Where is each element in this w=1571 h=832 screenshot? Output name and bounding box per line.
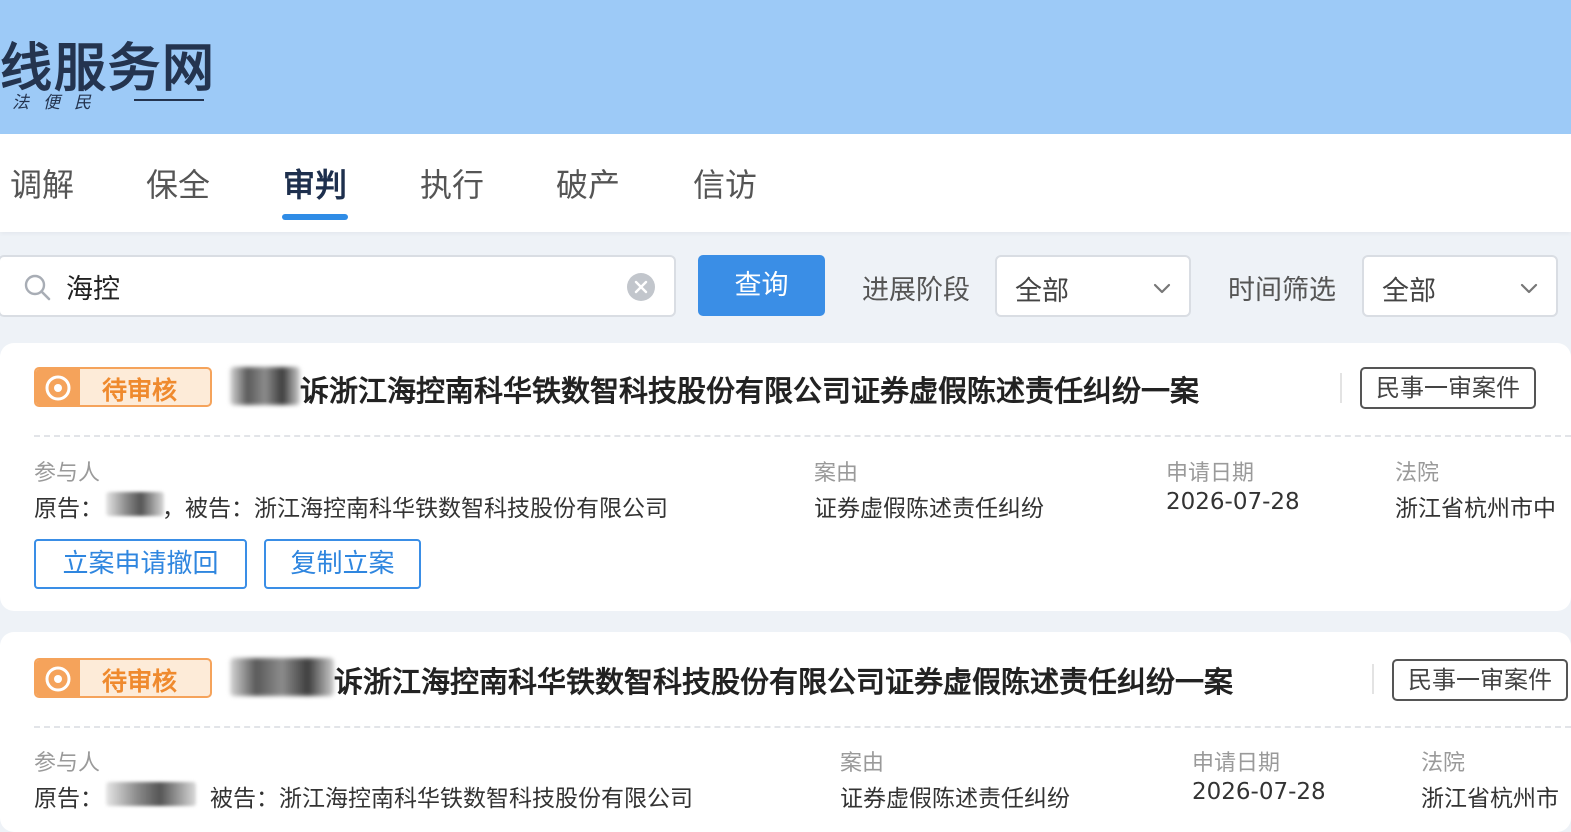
court-label: 法院 xyxy=(1421,751,1466,776)
title-divider xyxy=(1340,373,1342,403)
site-slogan: 法便民 xyxy=(12,93,105,113)
chevron-down-icon xyxy=(1153,283,1171,294)
status-label: 待审核 xyxy=(102,376,178,405)
case-type-tag: 民事一审案件 xyxy=(1360,367,1536,409)
title-divider xyxy=(1372,664,1374,694)
search-input[interactable] xyxy=(66,266,586,306)
stage-filter-value: 全部 xyxy=(1015,276,1069,307)
status-label: 待审核 xyxy=(102,667,178,696)
active-tab-indicator xyxy=(282,214,348,220)
redacted-name xyxy=(230,658,334,696)
tab-trial[interactable]: 审判 xyxy=(283,160,347,206)
date-label: 申请日期 xyxy=(1166,461,1255,486)
redacted-plaintiff xyxy=(106,782,196,806)
service-tabs: 调解 保全 审判 执行 破产 信访 xyxy=(0,134,1571,232)
status-badge: 待审核 xyxy=(34,658,212,698)
redacted-name xyxy=(230,367,300,405)
copy-filing-button[interactable]: 复制立案 xyxy=(264,539,421,589)
plaintiff-label: 原告： xyxy=(34,496,103,522)
dashed-divider xyxy=(34,435,1571,437)
redacted-plaintiff xyxy=(106,492,164,516)
clock-icon xyxy=(45,375,71,401)
stage-filter-label: 进展阶段 xyxy=(862,275,970,306)
status-badge: 待审核 xyxy=(34,367,212,407)
court-value: 浙江省杭州市中 xyxy=(1395,496,1556,522)
court-value: 浙江省杭州市 xyxy=(1421,786,1559,812)
dashed-divider xyxy=(34,726,1571,728)
defendant-text: ，被告：浙江海控南科华铁数智科技股份有限公司 xyxy=(162,496,668,522)
case-title[interactable]: 诉浙江海控南科华铁数智科技股份有限公司证券虚假陈述责任纠纷一案 xyxy=(300,368,1199,410)
search-box[interactable] xyxy=(0,255,676,317)
clear-icon[interactable] xyxy=(627,273,655,301)
cause-value: 证券虚假陈述责任纠纷 xyxy=(814,496,1044,522)
plaintiff-label: 原告： xyxy=(34,786,103,812)
tab-mediation[interactable]: 调解 xyxy=(10,160,74,206)
time-filter-select[interactable]: 全部 xyxy=(1362,255,1558,317)
withdraw-filing-button[interactable]: 立案申请撤回 xyxy=(34,539,247,589)
slogan-divider xyxy=(134,99,204,101)
tab-petition[interactable]: 信访 xyxy=(693,160,757,206)
participants-label: 参与人 xyxy=(34,751,101,776)
case-card[interactable]: 待审核 诉浙江海控南科华铁数智科技股份有限公司证券虚假陈述责任纠纷一案 民事一审… xyxy=(0,343,1571,611)
date-label: 申请日期 xyxy=(1192,751,1281,776)
stage-filter-select[interactable]: 全部 xyxy=(995,255,1191,317)
tab-bankruptcy[interactable]: 破产 xyxy=(556,160,620,206)
cause-label: 案由 xyxy=(840,751,885,776)
case-card[interactable]: 待审核 诉浙江海控南科华铁数智科技股份有限公司证券虚假陈述责任纠纷一案 民事一审… xyxy=(0,632,1571,832)
court-label: 法院 xyxy=(1395,461,1440,486)
participants-label: 参与人 xyxy=(34,461,101,486)
cause-label: 案由 xyxy=(814,461,859,486)
clock-icon xyxy=(45,666,71,692)
time-filter-value: 全部 xyxy=(1382,276,1436,307)
date-value: 2026-07-28 xyxy=(1166,489,1300,515)
query-button[interactable]: 查询 xyxy=(698,255,825,316)
defendant-text: 被告：浙江海控南科华铁数智科技股份有限公司 xyxy=(210,786,693,812)
tab-execution[interactable]: 执行 xyxy=(420,160,484,206)
case-title[interactable]: 诉浙江海控南科华铁数智科技股份有限公司证券虚假陈述责任纠纷一案 xyxy=(334,659,1233,701)
case-type-tag: 民事一审案件 xyxy=(1392,659,1568,701)
chevron-down-icon xyxy=(1520,283,1538,294)
cause-value: 证券虚假陈述责任纠纷 xyxy=(840,786,1070,812)
date-value: 2026-07-28 xyxy=(1192,779,1326,805)
tab-preservation[interactable]: 保全 xyxy=(146,160,210,206)
site-header: 线服务网 法便民 xyxy=(0,0,1571,134)
time-filter-label: 时间筛选 xyxy=(1228,275,1336,306)
search-icon xyxy=(24,274,51,301)
